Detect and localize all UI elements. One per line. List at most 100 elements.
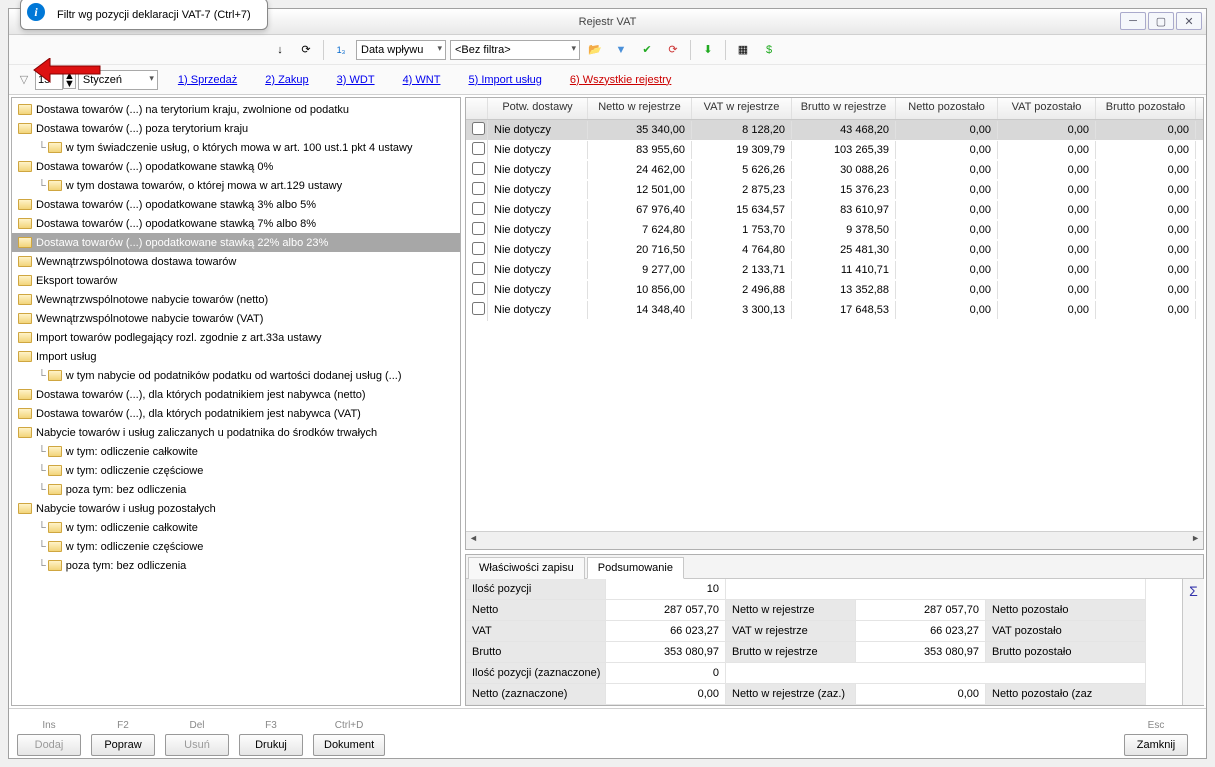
tree-node[interactable]: Dostawa towarów (...) opodatkowane stawk… — [12, 195, 460, 214]
tab-1[interactable]: 1) Sprzedaż — [178, 74, 237, 86]
tree-node[interactable]: Dostawa towarów (...) opodatkowane stawk… — [12, 157, 460, 176]
row-checkbox[interactable] — [472, 302, 485, 315]
tree-node[interactable]: Dostawa towarów (...) opodatkowane stawk… — [12, 233, 460, 252]
date-type-combo[interactable]: Data wpływu — [356, 40, 446, 60]
tree-node[interactable]: └w tym: odliczenie całkowite — [12, 442, 460, 461]
table-row[interactable]: Nie dotyczy35 340,008 128,2043 468,200,0… — [466, 120, 1203, 140]
column-header[interactable]: Brutto w rejestrze — [792, 98, 896, 119]
folder-icon — [48, 180, 62, 191]
tree-node[interactable]: Wewnątrzwspólnotowa dostawa towarów — [12, 252, 460, 271]
folder-icon — [18, 294, 32, 305]
tree-node[interactable]: Wewnątrzwspólnotowe nabycie towarów (VAT… — [12, 309, 460, 328]
tab-4[interactable]: 4) WNT — [403, 74, 441, 86]
tree-node[interactable]: Dostawa towarów (...) na terytorium kraj… — [12, 100, 460, 119]
maximize-button[interactable]: ▢ — [1148, 12, 1174, 30]
tree-node[interactable]: └poza tym: bez odliczenia — [12, 480, 460, 499]
column-header[interactable]: VAT pozostało — [998, 98, 1096, 119]
row-checkbox[interactable] — [472, 282, 485, 295]
toolbar-sort-icon[interactable]: ↓ — [269, 39, 291, 61]
tab-properties[interactable]: Właściwości zapisu — [468, 557, 585, 579]
tree-node[interactable]: Nabycie towarów i usług zaliczanych u po… — [12, 423, 460, 442]
row-checkbox[interactable] — [472, 222, 485, 235]
check-icon[interactable]: ✔ — [636, 39, 658, 61]
tree-node[interactable]: Nabycie towarów i usług pozostałych — [12, 499, 460, 518]
tree-node[interactable]: └w tym świadczenie usług, o których mowa… — [12, 138, 460, 157]
grid-body[interactable]: Nie dotyczy35 340,008 128,2043 468,200,0… — [466, 120, 1203, 531]
table-row[interactable]: Nie dotyczy12 501,002 875,2315 376,230,0… — [466, 180, 1203, 200]
close-footer-button[interactable]: Zamknij — [1124, 734, 1188, 756]
folder-icon — [18, 123, 32, 134]
sigma-button[interactable]: Σ — [1182, 579, 1204, 705]
grid-icon[interactable]: ▦ — [732, 39, 754, 61]
tree-node[interactable]: Import towarów podlegający rozl. zgodnie… — [12, 328, 460, 347]
funnel-icon[interactable]: ▼ — [610, 39, 632, 61]
year-input[interactable] — [35, 70, 63, 90]
folder-icon — [18, 275, 32, 286]
column-header[interactable]: Brutto pozostało — [1096, 98, 1196, 119]
tab-2[interactable]: 2) Zakup — [265, 74, 308, 86]
row-checkbox[interactable] — [472, 142, 485, 155]
tree-node[interactable]: └w tym: odliczenie częściowe — [12, 461, 460, 480]
tooltip-text: Filtr wg pozycji deklaracji VAT-7 (Ctrl+… — [57, 9, 251, 21]
table-row[interactable]: Nie dotyczy10 856,002 496,8813 352,880,0… — [466, 280, 1203, 300]
add-button[interactable]: Dodaj — [17, 734, 81, 756]
print-button[interactable]: Drukuj — [239, 734, 303, 756]
table-row[interactable]: Nie dotyczy9 277,002 133,7111 410,710,00… — [466, 260, 1203, 280]
table-row[interactable]: Nie dotyczy20 716,504 764,8025 481,300,0… — [466, 240, 1203, 260]
tree-node[interactable]: └w tym: odliczenie częściowe — [12, 537, 460, 556]
toolbar-refresh-icon[interactable]: ⟳ — [295, 39, 317, 61]
tree-node[interactable]: Eksport towarów — [12, 271, 460, 290]
toolbar: ↓ ⟳ 1₃ Data wpływu <Bez filtra> 📂 ▼ ✔ ⟳ … — [9, 35, 1206, 65]
row-checkbox[interactable] — [472, 162, 485, 175]
folder-icon — [18, 351, 32, 362]
table-row[interactable]: Nie dotyczy24 462,005 626,2630 088,260,0… — [466, 160, 1203, 180]
folder-icon[interactable]: 📂 — [584, 39, 606, 61]
table-row[interactable]: Nie dotyczy67 976,4015 634,5783 610,970,… — [466, 200, 1203, 220]
row-checkbox[interactable] — [472, 262, 485, 275]
row-checkbox[interactable] — [472, 242, 485, 255]
import-icon[interactable]: ⬇ — [697, 39, 719, 61]
column-header[interactable]: VAT w rejestrze — [692, 98, 792, 119]
row-checkbox[interactable] — [472, 182, 485, 195]
tree-node[interactable]: └w tym nabycie od podatników podatku od … — [12, 366, 460, 385]
tab-3[interactable]: 3) WDT — [337, 74, 375, 86]
row-checkbox[interactable] — [472, 122, 485, 135]
column-header[interactable]: Netto w rejestrze — [588, 98, 692, 119]
column-header[interactable]: Netto pozostało — [896, 98, 998, 119]
close-button[interactable]: ✕ — [1176, 12, 1202, 30]
filter-combo[interactable]: <Bez filtra> — [450, 40, 580, 60]
shortcut-label: Ctrl+D — [335, 720, 364, 732]
column-header[interactable]: Potw. dostawy — [488, 98, 588, 119]
tab-5[interactable]: 5) Import usług — [468, 74, 541, 86]
month-combo[interactable]: Styczeń — [78, 70, 158, 90]
spin-buttons[interactable]: ▲▼ — [63, 71, 76, 89]
document-button[interactable]: Dokument — [313, 734, 385, 756]
tree-node[interactable]: └w tym dostawa towarów, o której mowa w … — [12, 176, 460, 195]
table-row[interactable]: Nie dotyczy14 348,403 300,1317 648,530,0… — [466, 300, 1203, 320]
summary-row: Netto287 057,70Netto w rejestrze287 057,… — [466, 600, 1203, 621]
row-checkbox[interactable] — [472, 202, 485, 215]
edit-button[interactable]: Popraw — [91, 734, 155, 756]
tree-node[interactable]: Import usług — [12, 347, 460, 366]
minimize-button[interactable]: ─ — [1120, 12, 1146, 30]
export-icon[interactable]: $ — [758, 39, 780, 61]
funnel-filter-icon[interactable]: ▽ — [13, 69, 35, 91]
delete-button[interactable]: Usuń — [165, 734, 229, 756]
tree-node[interactable]: Dostawa towarów (...) poza terytorium kr… — [12, 119, 460, 138]
bottom-panel: Właściwości zapisu Podsumowanie Ilość po… — [465, 554, 1204, 706]
tree-node[interactable]: Dostawa towarów (...), dla których podat… — [12, 385, 460, 404]
category-tree[interactable]: Dostawa towarów (...) na terytorium kraj… — [11, 97, 461, 706]
refresh-red-icon[interactable]: ⟳ — [662, 39, 684, 61]
tab-6[interactable]: 6) Wszystkie rejestry — [570, 74, 671, 86]
table-row[interactable]: Nie dotyczy7 624,801 753,709 378,500,000… — [466, 220, 1203, 240]
horizontal-scrollbar[interactable] — [466, 531, 1203, 549]
tree-node[interactable]: └poza tym: bez odliczenia — [12, 556, 460, 575]
tab-summary[interactable]: Podsumowanie — [587, 557, 684, 579]
tree-node[interactable]: └w tym: odliczenie całkowite — [12, 518, 460, 537]
tree-node[interactable]: Dostawa towarów (...), dla których podat… — [12, 404, 460, 423]
footer: Ins Dodaj F2 Popraw Del Usuń F3 Drukuj C… — [9, 708, 1206, 758]
tree-node[interactable]: Wewnątrzwspólnotowe nabycie towarów (net… — [12, 290, 460, 309]
toolbar-number-icon[interactable]: 1₃ — [330, 39, 352, 61]
tree-node[interactable]: Dostawa towarów (...) opodatkowane stawk… — [12, 214, 460, 233]
table-row[interactable]: Nie dotyczy83 955,6019 309,79103 265,390… — [466, 140, 1203, 160]
